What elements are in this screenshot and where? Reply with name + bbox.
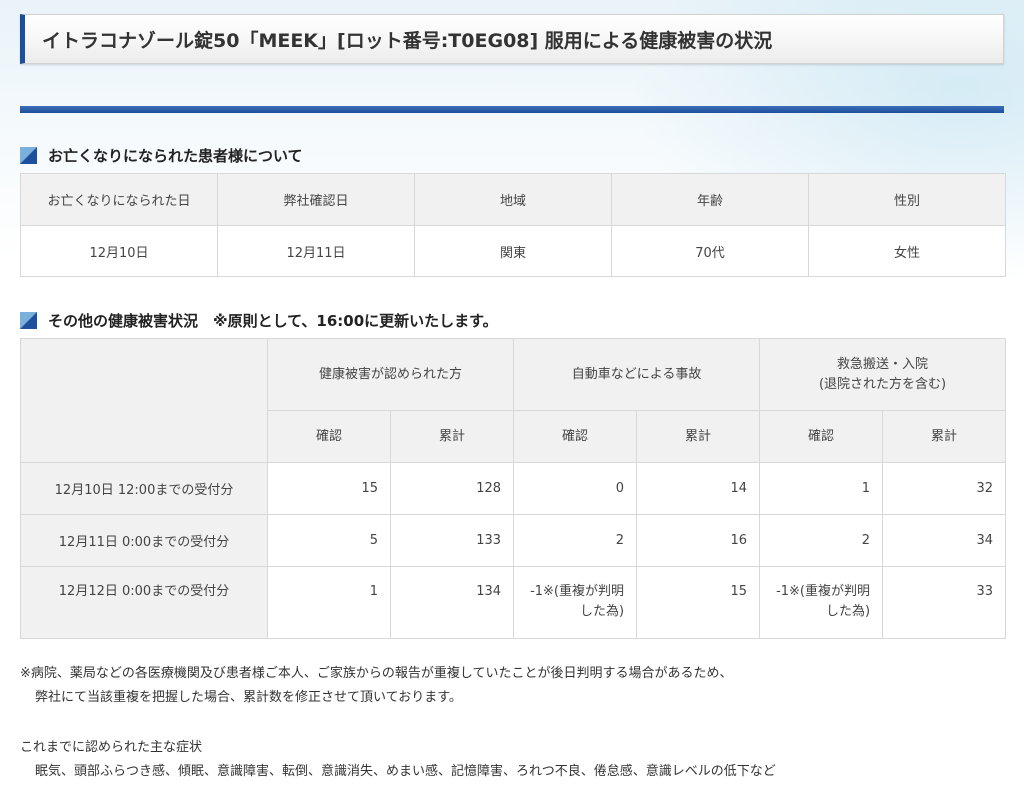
section-deceased-heading: お亡くなりになられた患者様について (20, 144, 303, 166)
header-cell: 弊社確認日 (217, 173, 415, 226)
section-other-harm-heading: その他の健康被害状況 ※原則として、16:00に更新いたします。 (20, 309, 498, 331)
table-row: 12月11日 0:00までの受付分 5 133 2 16 2 34 (20, 514, 1007, 567)
value-cell: 5 (267, 514, 391, 567)
group-header-emergency: 救急搬送・入院 (退院された方を含む) (759, 338, 1007, 411)
sub-header-confirmed: 確認 (267, 410, 391, 463)
row-label: 12月10日 12:00までの受付分 (20, 462, 268, 515)
symptoms-block: これまでに認められた主な症状 眠気、頭部ふらつき感、傾眠、意識障害、転倒、意識消… (20, 736, 776, 784)
value-cell: 34 (882, 514, 1007, 567)
deceased-table: お亡くなりになられた日 弊社確認日 地域 年齢 性別 12月10日 12月11日… (20, 173, 1006, 277)
value-cell: 1 (267, 566, 391, 639)
value-cell: 2 (759, 514, 884, 567)
table-header-row: お亡くなりになられた日 弊社確認日 地域 年齢 性別 (20, 173, 1006, 226)
symptoms-heading: これまでに認められた主な症状 (20, 740, 203, 755)
table-cell: 12月11日 (217, 225, 415, 277)
group-header-accidents: 自動車などによる事故 (513, 338, 761, 411)
table-row: 12月10日 12月11日 関東 70代 女性 (20, 225, 1006, 277)
row-label: 12月11日 0:00までの受付分 (20, 514, 268, 567)
note-line-2: 弊社にて当該重複を把握した場合、累計数を修正させて頂いております。 (35, 690, 462, 705)
page-title-text: イトラコナゾール錠50「MEEK」[ロット番号:T0EG08] 服用による健康被… (42, 29, 773, 52)
value-cell: 16 (636, 514, 761, 567)
table-cell: 関東 (414, 225, 612, 277)
value-cell: 133 (389, 514, 515, 567)
value-cell: 33 (882, 566, 1007, 639)
sub-header-confirmed: 確認 (759, 410, 884, 463)
table-row: 12月12日 0:00までの受付分 1 134 -1※(重複が判明 した為) 1… (20, 566, 1007, 639)
sub-header-cumulative: 累計 (882, 410, 1007, 463)
table-cell: 12月10日 (20, 225, 218, 277)
symptoms-list: 眠気、頭部ふらつき感、傾眠、意識障害、転倒、意識消失、めまい感、記憶障害、ろれつ… (35, 764, 776, 779)
table-cell: 女性 (808, 225, 1006, 277)
table-row: 12月10日 12:00までの受付分 15 128 0 14 1 32 (20, 462, 1007, 515)
header-cell: 地域 (414, 173, 612, 226)
header-cell: 年齢 (611, 173, 809, 226)
value-cell: 1 (759, 462, 884, 515)
section-deceased-heading-text: お亡くなりになられた患者様について (48, 146, 303, 165)
value-cell: 2 (513, 514, 638, 567)
group-header-row: 健康被害が認められた方 自動車などによる事故 救急搬送・入院 (退院された方を含… (20, 338, 1007, 463)
section-other-harm-heading-text: その他の健康被害状況 ※原則として、16:00に更新いたします。 (48, 311, 498, 330)
section-marker-icon (20, 311, 37, 329)
notes-block: ※病院、薬局などの各医療機関及び患者様ご本人、ご家族からの報告が重複していたこと… (20, 662, 733, 710)
page-title: イトラコナゾール錠50「MEEK」[ロット番号:T0EG08] 服用による健康被… (20, 14, 1004, 64)
value-cell: 15 (267, 462, 391, 515)
sub-header-cumulative: 累計 (389, 410, 515, 463)
health-harm-table: 健康被害が認められた方 自動車などによる事故 救急搬送・入院 (退院された方を含… (20, 338, 1007, 639)
header-cell: お亡くなりになられた日 (20, 173, 218, 226)
section-marker-icon (20, 146, 37, 164)
value-cell: 128 (389, 462, 515, 515)
row-label: 12月12日 0:00までの受付分 (20, 566, 268, 639)
table-cell: 70代 (611, 225, 809, 277)
value-cell: 0 (513, 462, 638, 515)
value-cell: 134 (389, 566, 515, 639)
value-cell: -1※(重複が判明 した為) (513, 566, 638, 639)
group-header-health-harm: 健康被害が認められた方 (266, 338, 515, 411)
corner-cell (20, 338, 268, 463)
note-line-1: ※病院、薬局などの各医療機関及び患者様ご本人、ご家族からの報告が重複していたこと… (20, 666, 733, 681)
divider-bar (20, 106, 1004, 113)
value-cell: -1※(重複が判明 した為) (759, 566, 884, 639)
sub-header-cumulative: 累計 (636, 410, 761, 463)
value-cell: 14 (636, 462, 761, 515)
sub-header-confirmed: 確認 (513, 410, 638, 463)
header-cell: 性別 (808, 173, 1006, 226)
value-cell: 15 (636, 566, 761, 639)
value-cell: 32 (882, 462, 1007, 515)
